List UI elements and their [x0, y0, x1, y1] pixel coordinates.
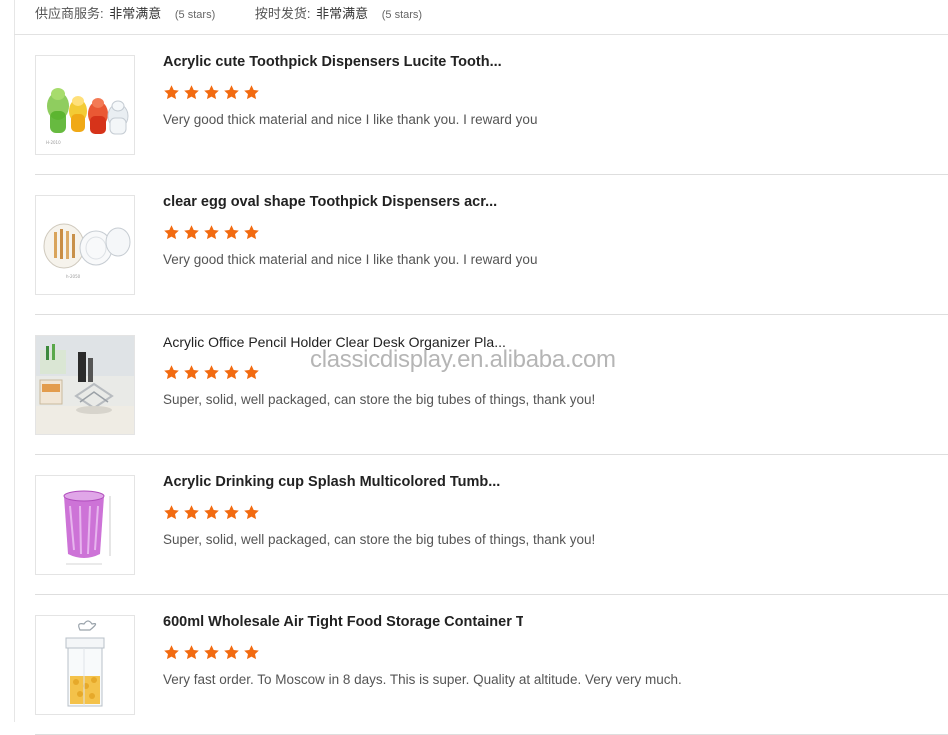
review-list: H-2010 Acrylic cute Toothpick Dispensers…: [0, 35, 948, 735]
ontime-delivery-stars: (5 stars): [381, 9, 423, 21]
star-icon: [183, 224, 200, 241]
star-icon: [183, 364, 200, 381]
review-item: Acrylic Office Pencil Holder Clear Desk …: [0, 315, 948, 455]
star-icon: [183, 504, 200, 521]
star-icon: [243, 364, 260, 381]
pencil-holder-image: [36, 336, 134, 434]
star-icon: [203, 644, 220, 661]
star-icon: [243, 84, 260, 101]
svg-text:H-2010: H-2010: [46, 140, 61, 145]
product-thumbnail[interactable]: [35, 475, 135, 575]
star-rating: [163, 644, 263, 662]
star-rating: [163, 224, 263, 242]
review-comment: Super, solid, well packaged, can store t…: [163, 532, 596, 547]
star-icon: [163, 224, 180, 241]
review-item: H-2010 Acrylic cute Toothpick Dispensers…: [0, 35, 948, 175]
product-thumbnail[interactable]: h-2050: [35, 195, 135, 295]
supplier-service-rating: 供应商服务: 非常满意 (5 stars): [35, 3, 215, 22]
star-icon: [203, 84, 220, 101]
star-icon: [223, 504, 240, 521]
food-storage-container-image: [36, 616, 134, 714]
supplier-service-stars: (5 stars): [174, 9, 216, 21]
star-rating: [163, 364, 263, 382]
product-title-link[interactable]: Acrylic cute Toothpick Dispensers Lucite…: [163, 54, 523, 70]
star-icon: [163, 84, 180, 101]
review-comment: Very fast order. To Moscow in 8 days. Th…: [163, 672, 682, 687]
product-title-link[interactable]: 600ml Wholesale Air Tight Food Storage C…: [163, 614, 523, 630]
star-icon: [183, 84, 200, 101]
watermark: classicdisplay.en.alibaba.com: [310, 346, 616, 373]
star-icon: [163, 364, 180, 381]
ontime-delivery-label: 按时发货:: [254, 6, 311, 21]
star-icon: [203, 504, 220, 521]
star-icon: [243, 224, 260, 241]
star-icon: [243, 504, 260, 521]
star-icon: [223, 84, 240, 101]
star-icon: [223, 364, 240, 381]
review-item: Acrylic Drinking cup Splash Multicolored…: [0, 455, 948, 595]
star-icon: [243, 644, 260, 661]
review-item: h-2050 clear egg oval shape Toothpick Di…: [0, 175, 948, 315]
egg-toothpick-dispenser-image: h-2050: [36, 196, 134, 294]
star-icon: [203, 224, 220, 241]
supplier-service-label: 供应商服务:: [35, 6, 104, 21]
star-icon: [183, 644, 200, 661]
star-icon: [223, 224, 240, 241]
review-comment: Super, solid, well packaged, can store t…: [163, 392, 596, 407]
review-comment: Very good thick material and nice I like…: [163, 112, 538, 127]
star-rating: [163, 84, 263, 102]
star-icon: [223, 644, 240, 661]
product-title-link[interactable]: Acrylic Drinking cup Splash Multicolored…: [163, 474, 523, 490]
ontime-delivery-value: 非常满意: [316, 6, 369, 21]
colored-toothpick-dispensers-image: H-2010: [36, 56, 134, 154]
ontime-delivery-rating: 按时发货: 非常满意 (5 stars): [255, 3, 422, 22]
svg-text:h-2050: h-2050: [66, 274, 81, 279]
review-comment: Very good thick material and nice I like…: [163, 252, 538, 267]
product-thumbnail[interactable]: H-2010: [35, 55, 135, 155]
star-icon: [203, 364, 220, 381]
product-title-link[interactable]: clear egg oval shape Toothpick Dispenser…: [163, 194, 523, 210]
star-rating: [163, 504, 263, 522]
product-thumbnail[interactable]: [35, 335, 135, 435]
star-icon: [163, 644, 180, 661]
star-icon: [163, 504, 180, 521]
supplier-service-value: 非常满意: [109, 6, 162, 21]
purple-tumbler-image: [36, 476, 134, 574]
store-ratings-bar: 供应商服务: 非常满意 (5 stars) 按时发货: 非常满意 (5 star…: [35, 3, 422, 22]
product-thumbnail[interactable]: [35, 615, 135, 715]
review-item: 600ml Wholesale Air Tight Food Storage C…: [0, 595, 948, 735]
